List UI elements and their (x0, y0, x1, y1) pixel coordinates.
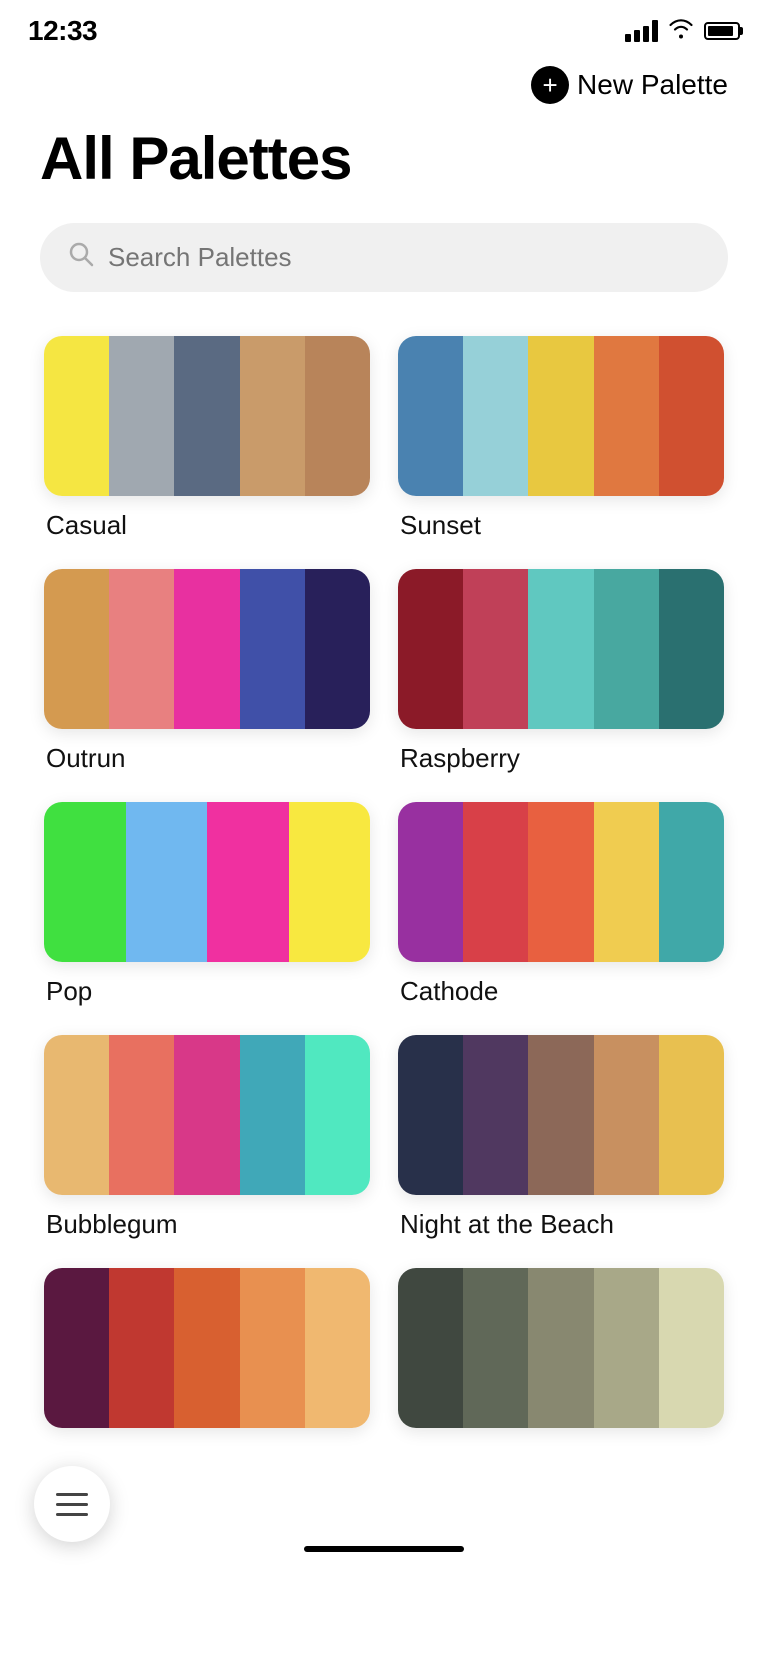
color-strip (594, 569, 659, 729)
color-strip (398, 802, 463, 962)
color-strip (174, 336, 239, 496)
color-strip (659, 1268, 724, 1428)
color-strip (126, 802, 208, 962)
color-strip (463, 336, 528, 496)
color-strip (289, 802, 371, 962)
color-strip (44, 336, 109, 496)
color-strip (109, 336, 174, 496)
palettes-grid: Casual Sunset Outrun Raspberry Pop Cathode Bub… (0, 322, 768, 1456)
color-strip (109, 569, 174, 729)
bottom-area (0, 1456, 768, 1536)
color-strip (659, 802, 724, 962)
color-strip (44, 1035, 109, 1195)
palette-swatch (398, 802, 724, 962)
palette-item[interactable]: Night at the Beach (384, 1021, 738, 1254)
color-strip (528, 336, 593, 496)
palette-item[interactable]: Raspberry (384, 555, 738, 788)
color-strip (528, 802, 593, 962)
color-strip (305, 1268, 370, 1428)
new-palette-label: New Palette (577, 69, 728, 101)
color-strip (240, 569, 305, 729)
palette-swatch (398, 1035, 724, 1195)
home-indicator (0, 1536, 768, 1568)
signal-bars-icon (625, 20, 658, 42)
search-icon (68, 241, 94, 274)
palette-item[interactable] (30, 1254, 384, 1456)
header: + New Palette (0, 56, 768, 114)
color-strip (659, 336, 724, 496)
color-strip (528, 569, 593, 729)
menu-button[interactable] (34, 1466, 110, 1542)
palette-name: Casual (44, 510, 370, 541)
new-palette-button[interactable]: + New Palette (531, 66, 728, 104)
color-strip (305, 569, 370, 729)
status-bar: 12:33 (0, 0, 768, 56)
palette-name: Outrun (44, 743, 370, 774)
palette-item[interactable]: Pop (30, 788, 384, 1021)
plus-circle-icon: + (531, 66, 569, 104)
color-strip (174, 569, 239, 729)
color-strip (44, 569, 109, 729)
palette-swatch (44, 802, 370, 962)
palette-swatch (44, 1035, 370, 1195)
color-strip (398, 569, 463, 729)
color-strip (44, 1268, 109, 1428)
color-strip (463, 802, 528, 962)
color-strip (594, 336, 659, 496)
color-strip (594, 1268, 659, 1428)
wifi-icon (668, 17, 694, 45)
palette-name: Bubblegum (44, 1209, 370, 1240)
color-strip (174, 1035, 239, 1195)
color-strip (398, 1035, 463, 1195)
color-strip (463, 569, 528, 729)
color-strip (174, 1268, 239, 1428)
color-strip (240, 336, 305, 496)
palette-item[interactable]: Sunset (384, 322, 738, 555)
color-strip (305, 336, 370, 496)
search-input[interactable] (108, 242, 700, 273)
color-strip (398, 1268, 463, 1428)
palette-item[interactable]: Outrun (30, 555, 384, 788)
palette-item[interactable]: Bubblegum (30, 1021, 384, 1254)
menu-icon (56, 1493, 88, 1516)
palette-swatch (398, 569, 724, 729)
color-strip (659, 569, 724, 729)
color-strip (305, 1035, 370, 1195)
palette-name: Night at the Beach (398, 1209, 724, 1240)
status-icons (625, 17, 740, 45)
color-strip (594, 802, 659, 962)
color-strip (528, 1035, 593, 1195)
color-strip (109, 1268, 174, 1428)
home-bar (304, 1546, 464, 1552)
color-strip (463, 1268, 528, 1428)
color-strip (44, 802, 126, 962)
color-strip (240, 1268, 305, 1428)
color-strip (528, 1268, 593, 1428)
palette-swatch (44, 1268, 370, 1428)
page-title: All Palettes (0, 114, 768, 213)
search-bar[interactable] (40, 223, 728, 292)
color-strip (240, 1035, 305, 1195)
palette-name: Raspberry (398, 743, 724, 774)
palette-swatch (398, 336, 724, 496)
search-container (0, 213, 768, 322)
color-strip (398, 336, 463, 496)
status-time: 12:33 (28, 15, 97, 47)
palette-swatch (398, 1268, 724, 1428)
color-strip (659, 1035, 724, 1195)
palette-name: Cathode (398, 976, 724, 1007)
palette-item[interactable]: Casual (30, 322, 384, 555)
palette-swatch (44, 336, 370, 496)
color-strip (109, 1035, 174, 1195)
palette-item[interactable] (384, 1254, 738, 1456)
palette-name: Pop (44, 976, 370, 1007)
palette-name: Sunset (398, 510, 724, 541)
palette-swatch (44, 569, 370, 729)
color-strip (463, 1035, 528, 1195)
battery-icon (704, 22, 740, 40)
color-strip (594, 1035, 659, 1195)
palette-item[interactable]: Cathode (384, 788, 738, 1021)
color-strip (207, 802, 289, 962)
